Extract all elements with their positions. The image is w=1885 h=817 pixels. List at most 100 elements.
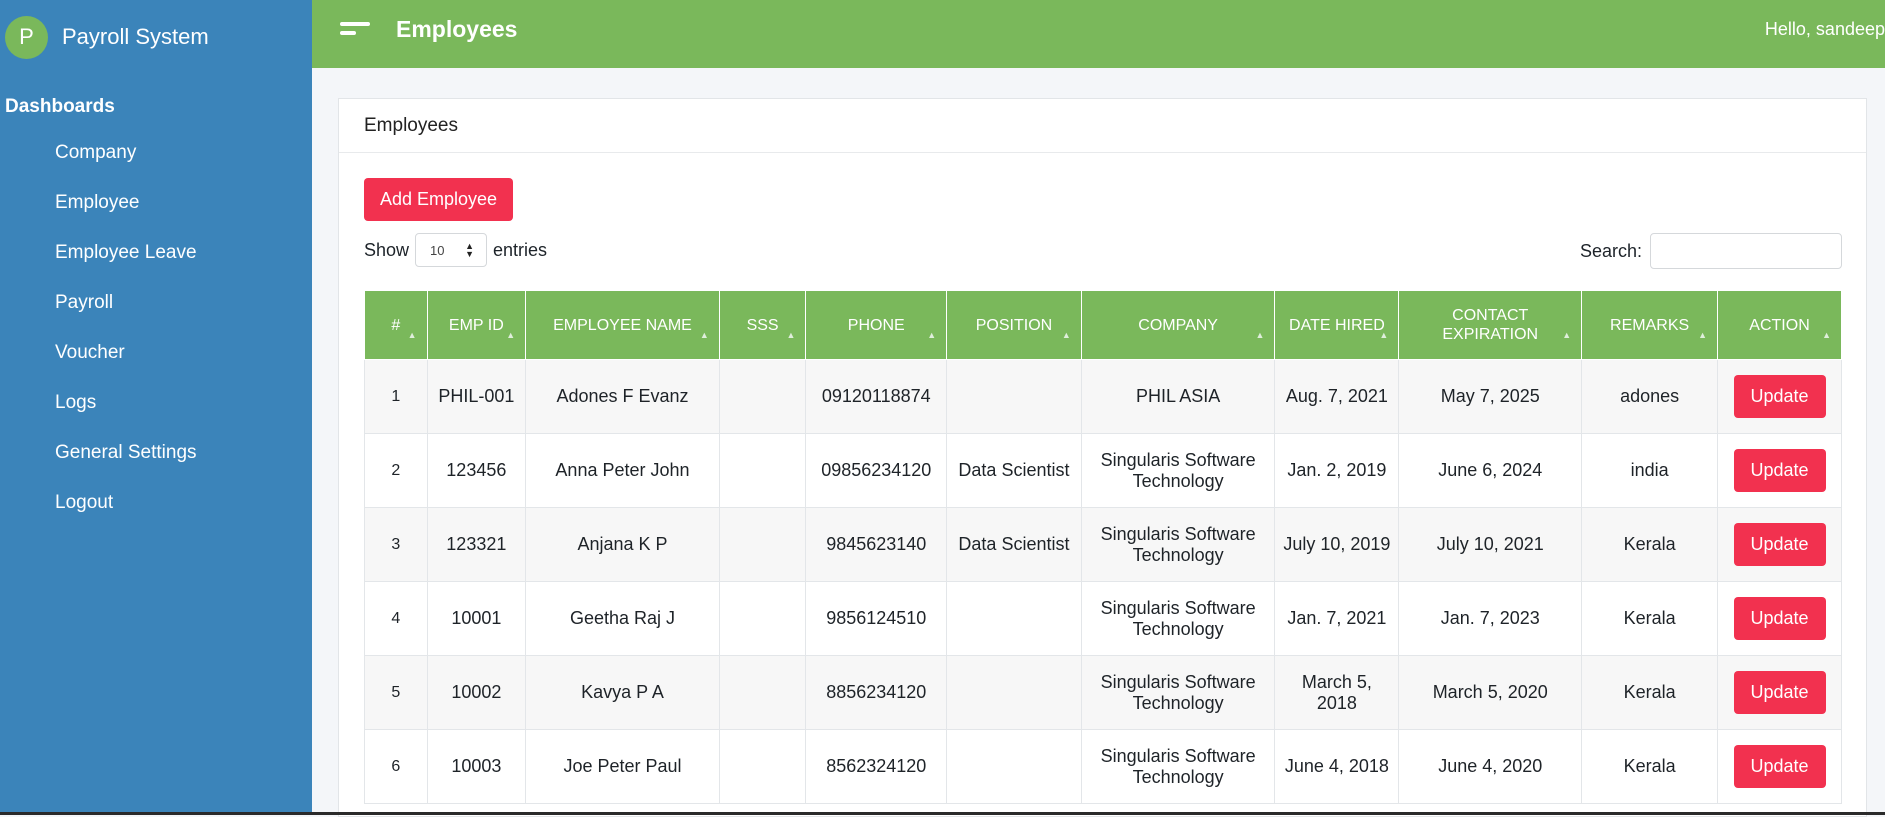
search-label: Search: [1579,240,1642,261]
cell-date-hired: Aug. 7, 2021 [1274,359,1400,434]
cell-emp-id: 10003 [426,729,527,804]
cell-sss [718,507,807,582]
column-header[interactable]: # ▲ [364,290,428,360]
update-button[interactable]: Update [1733,597,1826,640]
column-header-label: DATE HIRED [1289,316,1385,334]
cell-company: Singularis Software Technology [1080,655,1276,730]
cell-sss [718,433,807,508]
cell-date-hired: Jan. 7, 2021 [1274,581,1400,656]
cell-num: 4 [364,581,428,656]
sidebar-item-company[interactable]: Company [0,128,312,178]
cell-company: Singularis Software Technology [1080,507,1276,582]
cell-action: Update [1717,581,1842,656]
nav-section-title: Dashboards [5,96,115,117]
cell-sss [718,359,807,434]
sidebar-item-logout[interactable]: Logout [0,478,312,528]
cell-employee-name: Joe Peter Paul [525,729,720,804]
sort-icon: ▲ [1562,330,1572,340]
cell-contact-expiration: June 4, 2020 [1398,729,1583,804]
cell-employee-name: Kavya P A [525,655,720,730]
sort-icon: ▲ [1822,330,1831,340]
cell-date-hired: March 5, 2018 [1274,655,1400,730]
chevron-updown-icon: ▲ ▼ [465,241,475,259]
cell-num: 3 [364,507,428,582]
column-header[interactable]: SSS ▲ [718,290,807,360]
cell-remarks: Kerala [1581,507,1719,582]
update-button[interactable]: Update [1733,671,1826,714]
column-header-label: EMP ID [448,316,504,334]
cell-company: Singularis Software Technology [1080,581,1276,656]
column-header[interactable]: DATE HIRED ▲ [1274,290,1400,360]
sidebar: P Payroll System Dashboards Company Empl… [0,0,312,812]
entries-length-control: Show 10 ▲ ▼ entries [364,233,547,267]
cell-action: Update [1717,729,1842,804]
sidebar-item-employee-leave[interactable]: Employee Leave [0,228,312,278]
table-row: 1 PHIL-001 Adones F Evanz 09120118874 PH… [364,359,1842,434]
cell-remarks: Kerala [1581,729,1719,804]
update-button[interactable]: Update [1733,375,1826,418]
column-header[interactable]: REMARKS ▲ [1581,290,1719,360]
cell-company: PHIL ASIA [1080,359,1276,434]
cell-contact-expiration: Jan. 7, 2023 [1398,581,1583,656]
cell-sss [718,729,807,804]
sort-icon: ▲ [506,330,516,340]
cell-remarks: adones [1581,359,1719,434]
add-employee-button[interactable]: Add Employee [364,178,513,221]
column-header[interactable]: PHONE ▲ [805,290,948,360]
brand-logo: P [5,15,48,59]
column-header-label: REMARKS [1610,316,1690,334]
user-greeting[interactable]: Hello, sandeep [1765,19,1885,40]
sidebar-item-voucher[interactable]: Voucher [0,328,312,378]
cell-action: Update [1717,655,1842,730]
column-header[interactable]: EMP ID ▲ [426,290,527,360]
cell-position [946,729,1082,804]
column-header-label: POSITION [975,316,1053,334]
hamburger-icon[interactable] [340,22,372,36]
column-header[interactable]: POSITION ▲ [946,290,1082,360]
sort-icon: ▲ [786,330,796,340]
cell-company: Singularis Software Technology [1080,433,1276,508]
table-row: 2 123456 Anna Peter John 09856234120 Dat… [364,433,1842,508]
column-header[interactable]: COMPANY ▲ [1080,290,1276,360]
cell-sss [718,655,807,730]
app-name: Payroll System [62,24,209,49]
table-row: 3 123321 Anjana K P 9845623140 Data Scie… [364,507,1842,582]
cell-date-hired: July 10, 2019 [1274,507,1400,582]
cell-company: Singularis Software Technology [1080,729,1276,804]
cell-emp-id: 123321 [426,507,527,582]
entries-select[interactable]: 10 ▲ ▼ [415,233,488,267]
cell-remarks: Kerala [1581,581,1719,656]
cell-phone: 9856124510 [805,581,948,656]
sort-icon: ▲ [407,330,417,340]
search-input[interactable] [1650,233,1842,269]
cell-contact-expiration: March 5, 2020 [1398,655,1583,730]
column-header[interactable]: CONTACT EXPIRATION ▲ [1398,290,1583,360]
column-header-label: COMPANY [1138,316,1218,334]
sidebar-item-logs[interactable]: Logs [0,378,312,428]
brand[interactable]: P Payroll System [0,0,312,74]
cell-phone: 09120118874 [805,359,948,434]
cell-action: Update [1717,433,1842,508]
cell-emp-id: 10001 [426,581,527,656]
column-header-label: SSS [746,316,779,334]
cell-emp-id: PHIL-001 [426,359,527,434]
cell-num: 5 [364,655,428,730]
column-header[interactable]: ACTION ▲ [1717,290,1842,360]
cell-num: 2 [364,433,428,508]
column-header-label: # [391,316,401,334]
sidebar-item-employee[interactable]: Employee [0,178,312,228]
column-header-label: PHONE [847,316,905,334]
cell-emp-id: 10002 [426,655,527,730]
cell-position [946,581,1082,656]
sidebar-item-general-settings[interactable]: General Settings [0,428,312,478]
cell-phone: 8856234120 [805,655,948,730]
sidebar-item-payroll[interactable]: Payroll [0,278,312,328]
update-button[interactable]: Update [1733,745,1826,788]
sort-icon: ▲ [1061,330,1071,340]
page-title: Employees [396,16,518,42]
cell-phone: 9845623140 [805,507,948,582]
update-button[interactable]: Update [1733,449,1826,492]
update-button[interactable]: Update [1733,523,1826,566]
column-header[interactable]: EMPLOYEE NAME ▲ [525,290,720,360]
cell-employee-name: Adones F Evanz [525,359,720,434]
